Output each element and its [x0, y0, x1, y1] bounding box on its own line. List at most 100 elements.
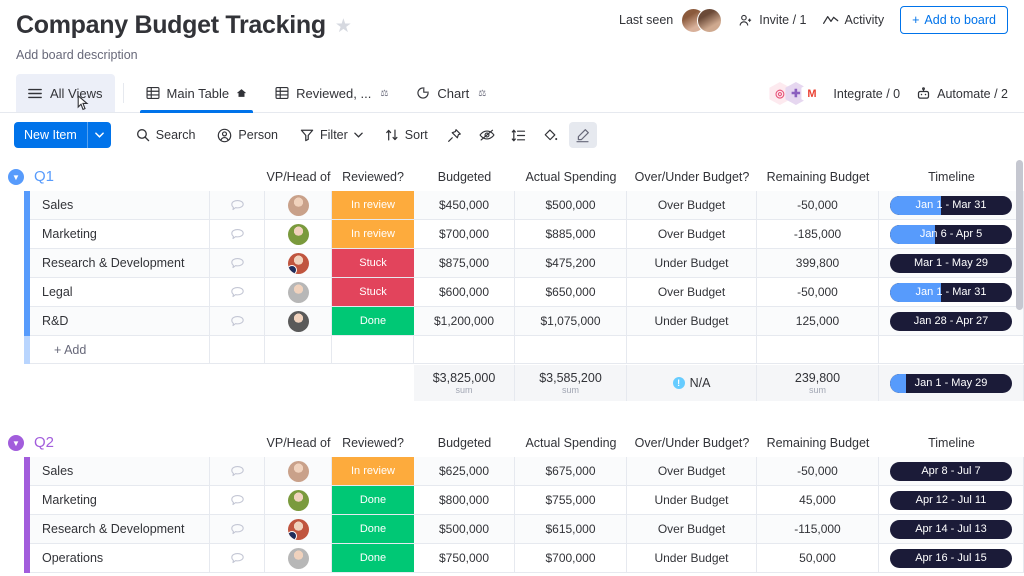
column-header[interactable]: Over/Under Budget? — [627, 436, 757, 450]
row-name-cell[interactable]: Marketing — [30, 220, 210, 249]
row-comment-cell[interactable] — [210, 249, 265, 278]
row-overunder-cell[interactable]: Over Budget — [627, 191, 757, 220]
row-budgeted-cell[interactable]: $875,000 — [414, 249, 515, 278]
row-overunder-cell[interactable]: Under Budget — [627, 307, 757, 336]
row-actual-cell[interactable]: $650,000 — [515, 278, 627, 307]
row-status-cell[interactable]: In review — [332, 220, 414, 249]
column-header[interactable]: Over/Under Budget? — [627, 170, 757, 184]
row-timeline-cell[interactable]: Jan 28 - Apr 27 — [879, 307, 1024, 336]
summary-actual[interactable]: $3,585,200sum — [515, 365, 627, 401]
row-remaining-cell[interactable]: 125,000 — [757, 307, 879, 336]
search-button[interactable]: Search — [127, 123, 205, 147]
table-row[interactable]: MarketingIn review$700,000$885,000Over B… — [0, 220, 1024, 249]
table-row[interactable]: MarketingDone$800,000$755,000Under Budge… — [0, 486, 1024, 515]
sort-button[interactable]: Sort — [376, 123, 437, 147]
row-name-cell[interactable]: Legal — [30, 278, 210, 307]
row-timeline-cell[interactable]: Apr 8 - Jul 7 — [879, 457, 1024, 486]
column-header[interactable]: Remaining Budget — [757, 436, 879, 450]
avatar[interactable] — [288, 195, 309, 216]
row-actual-cell[interactable]: $755,000 — [515, 486, 627, 515]
summary-timeline[interactable]: Jan 1 - May 29 — [879, 365, 1024, 401]
star-icon[interactable]: ★ — [335, 17, 352, 36]
row-remaining-cell[interactable]: -50,000 — [757, 278, 879, 307]
timeline-bar[interactable]: Jan 1 - Mar 31 — [890, 196, 1012, 215]
row-comment-cell[interactable] — [210, 486, 265, 515]
row-timeline-cell[interactable]: Jan 1 - Mar 31 — [879, 191, 1024, 220]
row-overunder-cell[interactable]: Over Budget — [627, 220, 757, 249]
row-timeline-cell[interactable]: Mar 1 - May 29 — [879, 249, 1024, 278]
row-comment-cell[interactable] — [210, 457, 265, 486]
column-header[interactable]: Timeline — [879, 436, 1024, 450]
tab-chart[interactable]: Chart ⚖ — [402, 74, 500, 112]
summary-overunder[interactable]: !N/A — [627, 365, 757, 401]
chevron-down-icon[interactable] — [87, 122, 111, 148]
row-remaining-cell[interactable]: -115,000 — [757, 515, 879, 544]
row-name-cell[interactable]: Research & Development — [30, 249, 210, 278]
column-header[interactable]: Actual Spending — [515, 436, 627, 450]
timeline-bar[interactable]: Jan 1 - May 29 — [890, 374, 1012, 393]
row-person-cell[interactable] — [265, 249, 332, 278]
hide-eye-icon[interactable] — [473, 122, 501, 148]
row-actual-cell[interactable]: $675,000 — [515, 457, 627, 486]
avatar[interactable] — [288, 548, 309, 569]
row-actual-cell[interactable]: $475,200 — [515, 249, 627, 278]
row-actual-cell[interactable]: $615,000 — [515, 515, 627, 544]
row-comment-cell[interactable] — [210, 278, 265, 307]
group-title[interactable]: Q1 — [34, 168, 54, 186]
table-row[interactable]: LegalStuck$600,000$650,000Over Budget-50… — [0, 278, 1024, 307]
timeline-bar[interactable]: Apr 8 - Jul 7 — [890, 462, 1012, 481]
row-remaining-cell[interactable]: -185,000 — [757, 220, 879, 249]
row-overunder-cell[interactable]: Under Budget — [627, 544, 757, 573]
row-comment-cell[interactable] — [210, 191, 265, 220]
row-comment-cell[interactable] — [210, 544, 265, 573]
row-overunder-cell[interactable]: Under Budget — [627, 249, 757, 278]
row-overunder-cell[interactable]: Over Budget — [627, 278, 757, 307]
row-timeline-cell[interactable]: Jan 6 - Apr 5 — [879, 220, 1024, 249]
summary-budgeted[interactable]: $3,825,000sum — [414, 365, 515, 401]
table-row[interactable]: SalesIn review$450,000$500,000Over Budge… — [0, 191, 1024, 220]
new-item-button[interactable]: New Item — [14, 122, 111, 148]
timeline-bar[interactable]: Apr 16 - Jul 15 — [890, 549, 1012, 568]
column-header[interactable]: Timeline — [879, 170, 1024, 184]
row-person-cell[interactable] — [265, 457, 332, 486]
table-row[interactable]: SalesIn review$625,000$675,000Over Budge… — [0, 457, 1024, 486]
group-title[interactable]: Q2 — [34, 434, 54, 452]
row-budgeted-cell[interactable]: $625,000 — [414, 457, 515, 486]
automate-button[interactable]: Automate / 2 — [916, 87, 1008, 101]
row-person-cell[interactable] — [265, 515, 332, 544]
table-row[interactable]: R&DDone$1,200,000$1,075,000Under Budget1… — [0, 307, 1024, 336]
timeline-bar[interactable]: Apr 12 - Jul 11 — [890, 491, 1012, 510]
column-header[interactable]: Actual Spending — [515, 170, 627, 184]
row-height-icon[interactable] — [505, 122, 533, 148]
row-person-cell[interactable] — [265, 220, 332, 249]
edit-pencil-icon[interactable] — [569, 122, 597, 148]
group-collapse-toggle[interactable]: ▼ — [8, 169, 24, 185]
integration-badges[interactable]: ◎ ✚ M — [769, 82, 817, 105]
avatar[interactable] — [288, 253, 309, 274]
row-status-cell[interactable]: Done — [332, 515, 414, 544]
tab-main-table[interactable]: Main Table — [132, 74, 262, 112]
tab-reviewed[interactable]: Reviewed, ... ⚖ — [261, 74, 402, 112]
avatar[interactable] — [288, 311, 309, 332]
avatar[interactable] — [288, 461, 309, 482]
avatar[interactable] — [288, 224, 309, 245]
table-row[interactable]: Research & DevelopmentDone$500,000$615,0… — [0, 515, 1024, 544]
avatar-stack[interactable] — [681, 8, 722, 33]
row-comment-cell[interactable] — [210, 220, 265, 249]
row-remaining-cell[interactable]: 50,000 — [757, 544, 879, 573]
column-header[interactable]: Budgeted — [414, 170, 515, 184]
row-timeline-cell[interactable]: Apr 16 - Jul 15 — [879, 544, 1024, 573]
timeline-bar[interactable]: Apr 14 - Jul 13 — [890, 520, 1012, 539]
row-name-cell[interactable]: Marketing — [30, 486, 210, 515]
row-timeline-cell[interactable]: Apr 14 - Jul 13 — [879, 515, 1024, 544]
row-name-cell[interactable]: Sales — [30, 191, 210, 220]
add-to-board-button[interactable]: + Add to board — [900, 6, 1008, 34]
row-remaining-cell[interactable]: -50,000 — [757, 457, 879, 486]
row-budgeted-cell[interactable]: $600,000 — [414, 278, 515, 307]
row-budgeted-cell[interactable]: $1,200,000 — [414, 307, 515, 336]
invite-button[interactable]: Invite / 1 — [738, 13, 806, 28]
row-remaining-cell[interactable]: 45,000 — [757, 486, 879, 515]
activity-button[interactable]: Activity — [823, 13, 885, 27]
row-actual-cell[interactable]: $1,075,000 — [515, 307, 627, 336]
row-person-cell[interactable] — [265, 544, 332, 573]
